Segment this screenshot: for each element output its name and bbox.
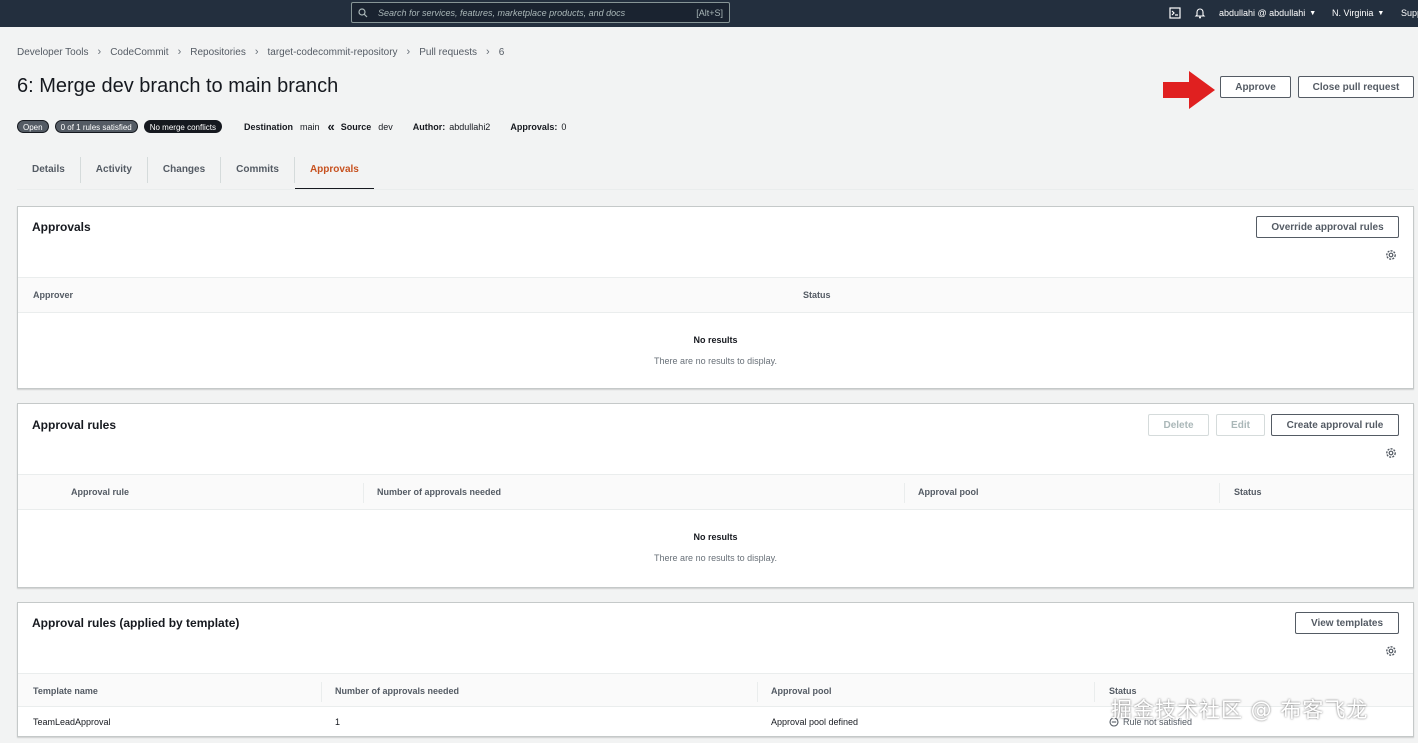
approvals-value: 0: [561, 121, 567, 132]
breadcrumb-item[interactable]: target-codecommit-repository: [268, 47, 398, 58]
cloudshell-button[interactable]: [1169, 6, 1181, 20]
tab-bar: Details Activity Changes Commits Approva…: [17, 157, 374, 190]
region-name: N. Virginia: [1332, 8, 1374, 18]
cell-approval-pool[interactable]: Approval pool defined: [771, 717, 858, 727]
chevron-right-icon: ›: [486, 46, 490, 58]
column-divider: [904, 483, 905, 503]
top-navigation-bar: Search for services, features, marketpla…: [0, 0, 1418, 27]
approval-rules-table-header: Approval rule Number of approvals needed…: [18, 474, 1413, 510]
column-header-approval-pool: Approval pool: [771, 686, 832, 696]
search-icon: [358, 7, 368, 17]
chevron-right-icon: ›: [406, 46, 411, 58]
chevron-right-icon: ›: [254, 46, 259, 58]
empty-state-title: No results: [693, 335, 738, 345]
tab-activity[interactable]: Activity: [81, 157, 148, 183]
search-placeholder: Search for services, features, marketpla…: [378, 7, 626, 18]
approval-rules-panel: Approval rules Delete Edit Create approv…: [17, 403, 1414, 588]
column-header-approval-rule: Approval rule: [71, 487, 130, 497]
approvals-table-header: Approver Status: [18, 277, 1413, 313]
column-header-status: Status: [1234, 487, 1262, 497]
tab-details[interactable]: Details: [17, 157, 81, 183]
support-menu[interactable]: Supp: [1401, 6, 1418, 20]
tab-divider: [17, 189, 1414, 190]
approvals-panel-title: Approvals: [32, 220, 91, 234]
account-name: abdullahi @ abdullahi: [1219, 8, 1306, 18]
cell-approvals-needed: 1: [335, 717, 341, 727]
page-title: 6: Merge dev branch to main branch: [17, 75, 339, 97]
column-header-template-name: Template name: [33, 686, 98, 696]
empty-state-message: There are no results to display.: [654, 553, 777, 563]
view-templates-button[interactable]: View templates: [1295, 612, 1399, 634]
column-header-approvals-needed: Number of approvals needed: [335, 686, 460, 696]
approve-button[interactable]: Approve: [1220, 76, 1291, 98]
approvals-label: Approvals:: [510, 121, 558, 132]
author-label: Author:: [412, 121, 446, 132]
pull-request-summary: Open 0 of 1 rules satisfied No merge con…: [17, 119, 574, 134]
caret-down-icon: ▼: [1309, 9, 1317, 17]
column-divider: [363, 483, 364, 503]
breadcrumb-item[interactable]: Developer Tools: [17, 47, 89, 58]
tab-approvals[interactable]: Approvals: [294, 157, 374, 190]
gear-icon[interactable]: [1385, 645, 1397, 657]
double-chevron-left-icon: «: [327, 119, 335, 134]
override-approval-rules-button[interactable]: Override approval rules: [1256, 216, 1399, 238]
column-divider: [321, 682, 322, 702]
delete-button[interactable]: Delete: [1148, 414, 1209, 436]
watermark-text: 掘金技术社区 @ 布客飞龙: [1111, 698, 1369, 722]
search-input[interactable]: Search for services, features, marketpla…: [351, 2, 730, 23]
status-badge-rules: 0 of 1 rules satisfied: [54, 120, 138, 133]
column-header-approval-pool: Approval pool: [918, 487, 979, 497]
cell-template-name[interactable]: TeamLeadApproval: [33, 717, 111, 727]
red-arrow-annotation-icon: [1163, 71, 1215, 109]
column-header-approvals-needed: Number of approvals needed: [377, 487, 502, 497]
gear-icon[interactable]: [1385, 447, 1397, 459]
tab-commits[interactable]: Commits: [221, 157, 295, 183]
approval-rules-panel-title: Approval rules: [32, 418, 117, 432]
destination-label: Destination: [243, 121, 293, 132]
empty-state-message: There are no results to display.: [654, 356, 777, 366]
bell-icon: [1194, 8, 1206, 19]
gear-icon[interactable]: [1385, 249, 1397, 261]
notifications-button[interactable]: [1194, 6, 1206, 20]
empty-state-title: No results: [693, 532, 738, 542]
template-approval-rules-panel-title: Approval rules (applied by template): [32, 616, 240, 630]
account-menu[interactable]: abdullahi @ abdullahi ▼: [1219, 6, 1316, 20]
cloudshell-icon: [1169, 7, 1181, 19]
status-badge-open: Open: [17, 120, 49, 133]
edit-button[interactable]: Edit: [1216, 414, 1265, 436]
breadcrumb: Developer Tools › CodeCommit › Repositor…: [17, 46, 504, 58]
column-divider: [757, 682, 758, 702]
create-approval-rule-button[interactable]: Create approval rule: [1271, 414, 1399, 436]
search-shortcut: [Alt+S]: [696, 7, 723, 18]
status-badge-conflicts: No merge conflicts: [143, 120, 222, 133]
breadcrumb-item[interactable]: Repositories: [190, 47, 246, 58]
column-divider: [1219, 483, 1220, 503]
caret-down-icon: ▼: [1377, 9, 1385, 17]
support-label: Supp: [1401, 8, 1418, 18]
breadcrumb-item[interactable]: CodeCommit: [110, 47, 168, 58]
source-value: dev: [378, 121, 393, 132]
destination-value: main: [300, 121, 320, 132]
source-label: Source: [340, 121, 372, 132]
author-value: abdullahi2: [449, 121, 491, 132]
breadcrumb-current: 6: [498, 46, 505, 58]
breadcrumb-item[interactable]: Pull requests: [419, 47, 477, 58]
column-header-approver: Approver: [33, 290, 74, 300]
close-pull-request-button[interactable]: Close pull request: [1298, 76, 1414, 98]
chevron-right-icon: ›: [97, 46, 102, 58]
column-header-status: Status: [803, 290, 831, 300]
tab-changes[interactable]: Changes: [148, 157, 222, 183]
region-menu[interactable]: N. Virginia ▼: [1332, 6, 1384, 20]
approvals-panel: Approvals Override approval rules Approv…: [17, 206, 1414, 389]
column-divider: [1094, 682, 1095, 702]
chevron-right-icon: ›: [177, 46, 182, 58]
